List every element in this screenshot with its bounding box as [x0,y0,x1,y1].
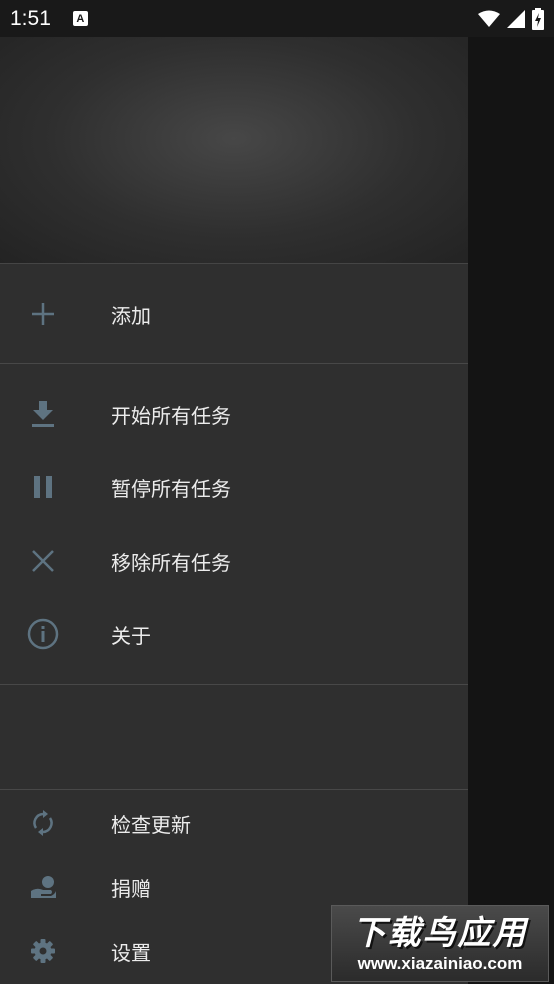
battery-icon [532,7,544,30]
menu-item-about-label: 关于 [111,623,151,648]
menu-item-start-all-label: 开始所有任务 [111,403,231,428]
wifi-icon [478,10,500,27]
drawer-scrim[interactable] [468,37,554,984]
menu-item-settings-label: 设置 [111,940,151,965]
watermark-url: www.xiazainiao.com [357,953,523,973]
divider [0,789,468,790]
navigation-drawer: 添加 开始所有任务 暂停所有任务 移除所有任务 关于 检查更新 捐赠 设置 [0,37,468,984]
status-icons [478,7,544,30]
menu-item-remove-all[interactable]: 移除所有任务 [0,529,468,593]
status-bar: 1:51 A [0,0,554,37]
watermark-logo: 下载鸟应用 www.xiazainiao.com [331,905,549,982]
close-icon [26,544,60,578]
download-icon [26,397,60,431]
menu-item-pause-all[interactable]: 暂停所有任务 [0,455,468,519]
cell-signal-icon [507,9,525,28]
divider [0,684,468,685]
sync-icon [26,806,60,840]
menu-item-about[interactable]: 关于 [0,602,468,666]
status-time: 1:51 [10,6,51,30]
menu-item-add[interactable]: 添加 [0,282,468,346]
pause-icon [26,470,60,504]
add-icon [26,297,60,331]
menu-item-start-all[interactable]: 开始所有任务 [0,382,468,446]
menu-item-pause-all-label: 暂停所有任务 [111,476,231,501]
menu-item-donate-label: 捐赠 [111,876,151,901]
gear-icon [26,934,60,968]
divider [0,363,468,364]
menu-item-check-update[interactable]: 检查更新 [0,791,468,855]
menu-item-remove-all-label: 移除所有任务 [111,550,231,575]
notification-a-icon: A [72,11,88,26]
info-icon [26,617,60,651]
menu-item-check-update-label: 检查更新 [111,812,191,837]
donate-icon [26,870,60,904]
menu-item-add-label: 添加 [111,303,151,328]
watermark-title: 下载鸟应用 [352,912,528,952]
drawer-header [0,37,468,264]
